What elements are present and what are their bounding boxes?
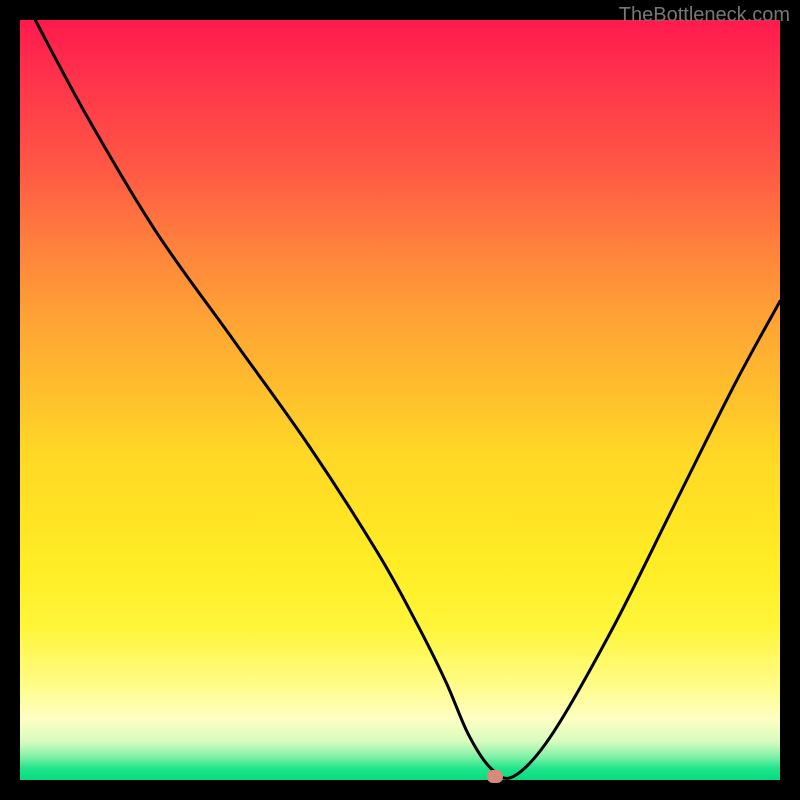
plot-area [20,20,780,780]
plot-frame [20,20,780,780]
chart-container: TheBottleneck.com [0,0,800,800]
bottleneck-curve-line [35,20,780,778]
optimal-point-marker [487,770,503,783]
watermark-text: TheBottleneck.com [619,4,790,27]
curve-svg [20,20,780,780]
